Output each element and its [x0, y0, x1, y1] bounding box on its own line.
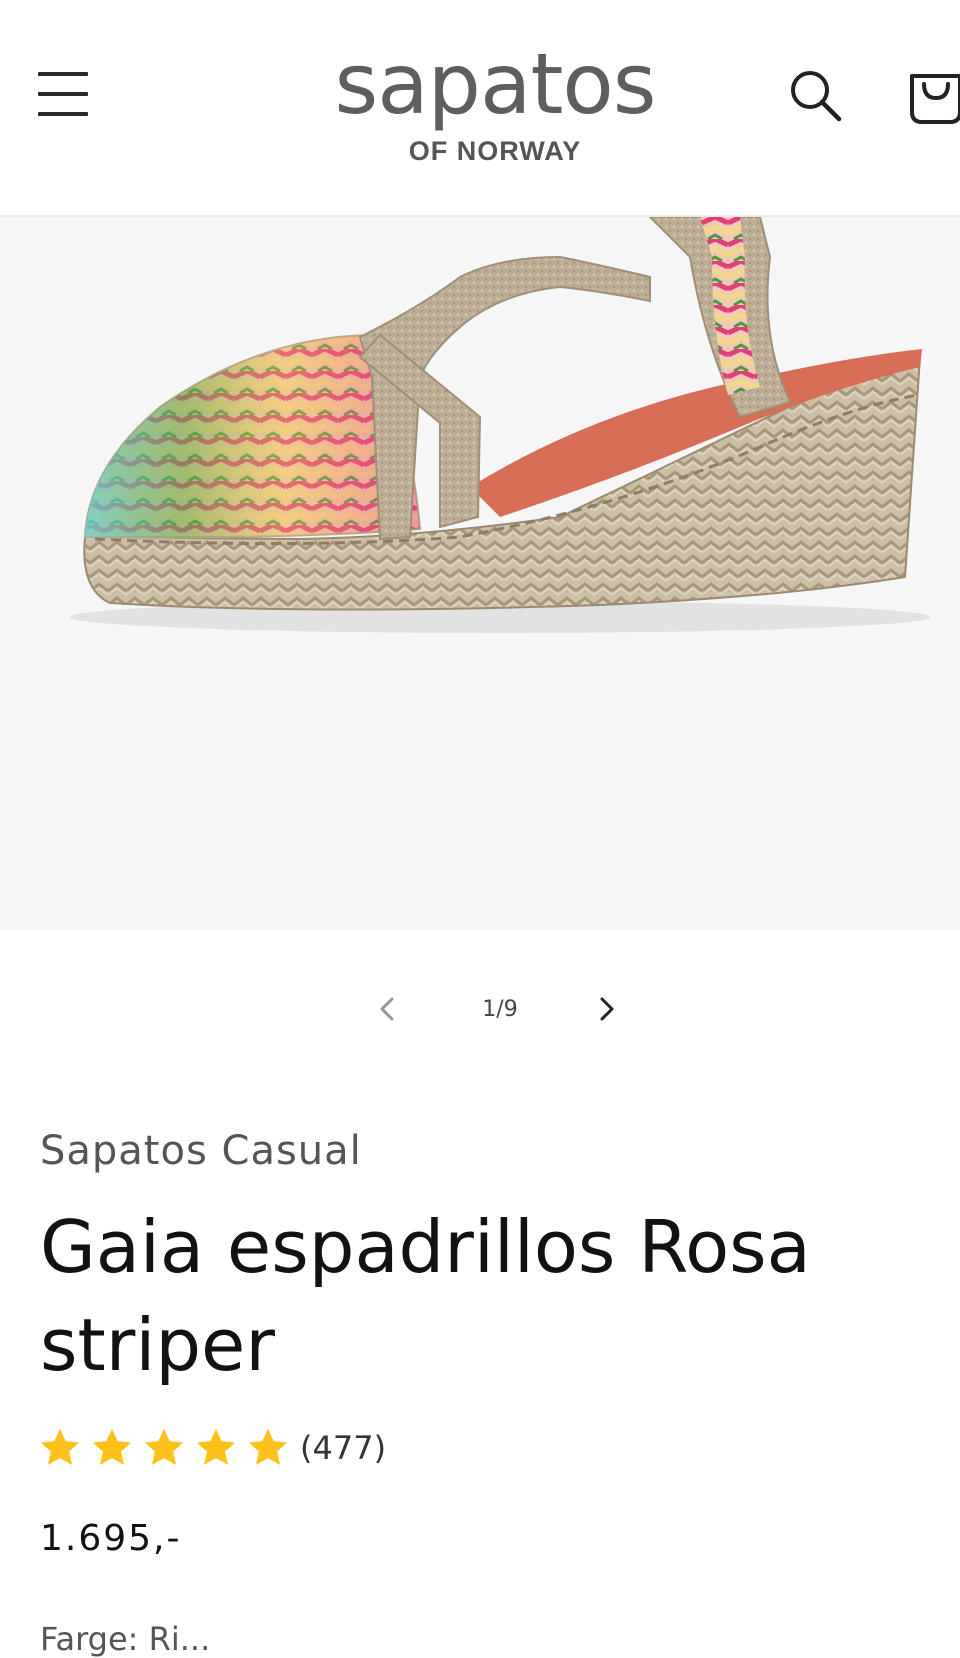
search-icon[interactable]: [788, 68, 844, 124]
review-count[interactable]: (477): [300, 1429, 386, 1467]
star-icon: [196, 1428, 236, 1466]
site-logo[interactable]: sapatos OF NORWAY: [285, 38, 705, 173]
gallery-pagination: 1/9: [360, 985, 630, 1033]
product-image-gallery[interactable]: [0, 217, 960, 930]
product-vendor: Sapatos Casual: [40, 1128, 362, 1174]
gallery-counter: 1/9: [482, 997, 518, 1022]
product-rating[interactable]: (477): [38, 1423, 386, 1473]
chevron-right-icon[interactable]: [588, 991, 624, 1027]
site-header: sapatos OF NORWAY: [0, 0, 960, 217]
product-image: [70, 217, 930, 633]
logo-subtitle: OF NORWAY: [408, 136, 582, 166]
color-label-partial: Farge: Ri...: [40, 1620, 211, 1658]
star-icon: [40, 1428, 80, 1466]
cart-icon[interactable]: [906, 66, 960, 126]
product-title: Gaia espadrillos Rosa striper: [40, 1205, 811, 1387]
chevron-left-icon[interactable]: [370, 991, 406, 1027]
hamburger-menu-icon[interactable]: [38, 70, 90, 120]
star-icon: [248, 1428, 288, 1466]
star-icon: [144, 1428, 184, 1466]
star-icon: [92, 1428, 132, 1466]
product-price: 1.695,-: [40, 1518, 182, 1559]
logo-wordmark: sapatos: [334, 35, 656, 133]
